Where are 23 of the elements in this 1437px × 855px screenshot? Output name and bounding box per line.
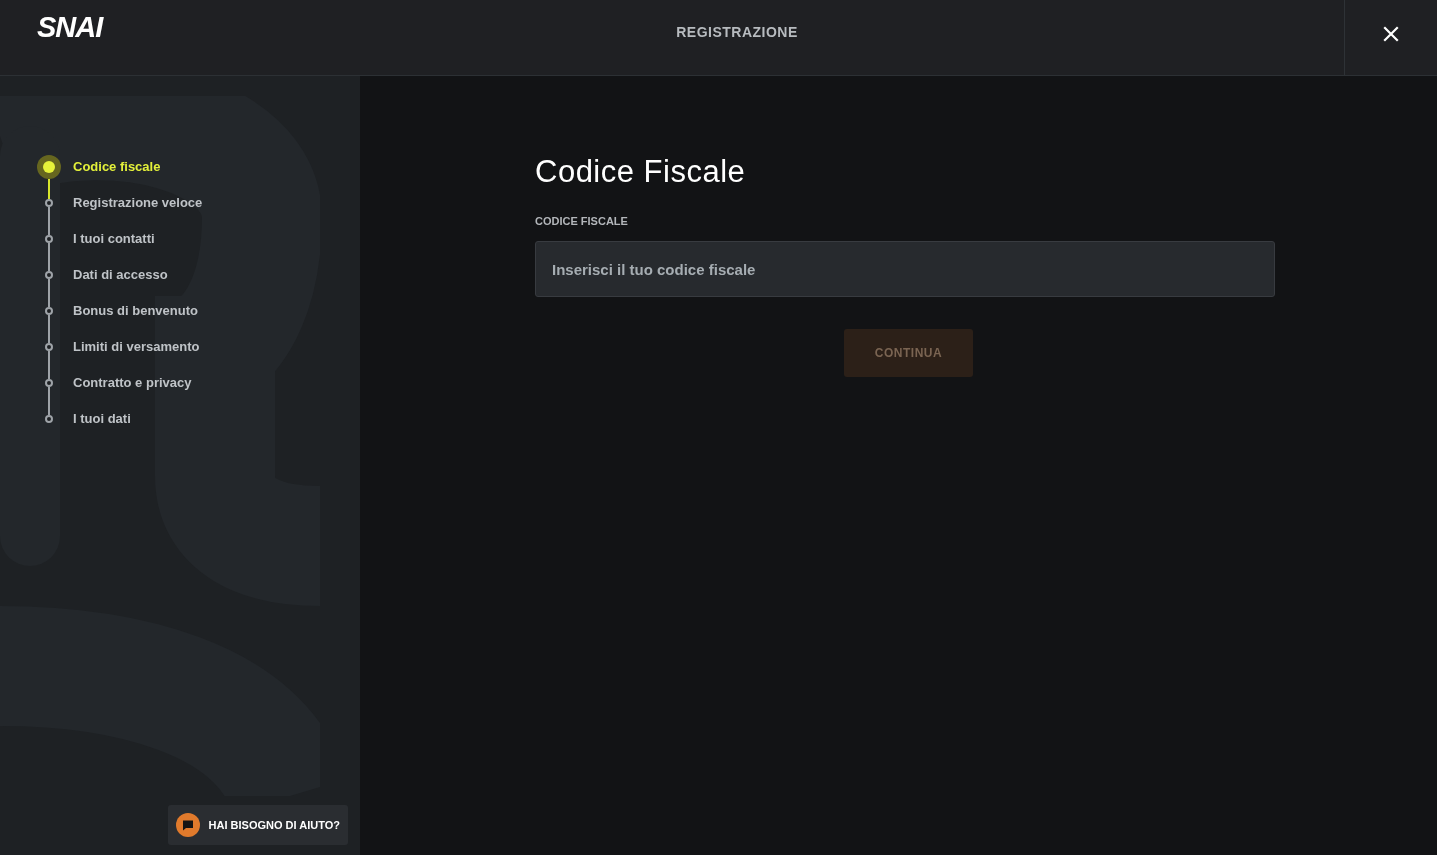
codice-fiscale-input[interactable]: Inserisci il tuo codice fiscale [535,241,1275,297]
page-title: REGISTRAZIONE [676,23,798,42]
logo[interactable]: SNAI [37,11,103,43]
step-label[interactable]: I tuoi contatti [73,229,155,249]
step-label[interactable]: I tuoi dati [73,409,131,429]
help-button[interactable]: HAI BISOGNO DI AIUTO? [167,805,348,845]
step-connector [48,315,50,343]
step-label[interactable]: Dati di accesso [73,265,168,285]
step-label[interactable]: Limiti di versamento [73,337,200,357]
step-connector [48,351,50,379]
step-connector [48,243,50,271]
step-connector [48,179,50,199]
field-label: CODICE FISCALE [535,214,628,228]
step-label[interactable]: Codice fiscale [73,157,161,177]
step-label[interactable]: Bonus di benvenuto [73,301,198,321]
step-label[interactable]: Contratto e privacy [73,373,192,393]
step-connector [48,387,50,415]
step-label[interactable]: Registrazione veloce [73,193,203,213]
step-connector [48,207,50,235]
chat-bubble-icon [175,813,200,837]
close-icon [1383,26,1399,42]
form-heading: Codice Fiscale [535,153,746,191]
step-connector [48,279,50,307]
